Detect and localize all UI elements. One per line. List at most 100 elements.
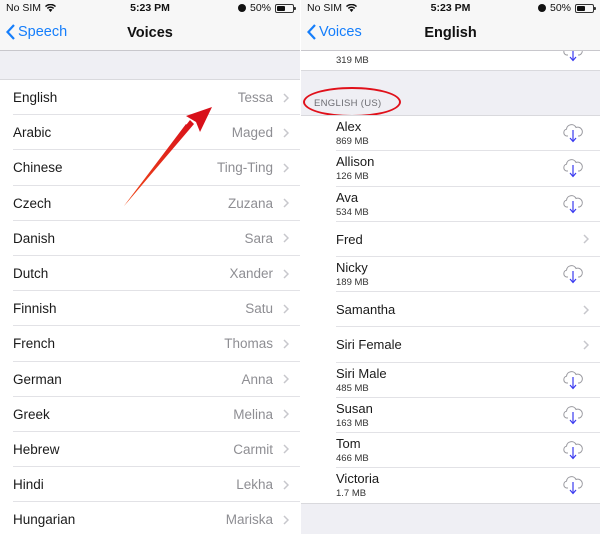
voice-value: Melina [233,406,273,422]
language-row[interactable]: Hindi Lekha [0,467,300,503]
chevron-left-icon [6,24,15,40]
language-label: French [13,336,56,352]
chevron-right-icon [583,340,589,350]
voice-row[interactable]: Siri Male 485 MB [301,363,600,398]
voice-name: Susan [336,400,373,416]
cloud-download-icon[interactable] [562,370,584,395]
voice-value: Tessa [237,90,273,106]
cloud-download-icon[interactable] [562,194,584,219]
voice-size: 485 MB [336,382,369,394]
cloud-download-icon[interactable] [562,123,584,148]
voice-name: Siri Male [336,365,387,381]
voice-value: Zuzana [227,195,273,211]
battery-percent: 50% [249,2,271,14]
language-row[interactable]: German Anna [0,362,300,397]
voice-size: 466 MB [336,452,369,464]
voice-name: Nicky [336,259,368,275]
chevron-right-icon [283,409,289,419]
voices-screen: No SIM 5:23 PM 50% Speech Voices English… [0,0,300,534]
voice-list: Alex 869 MB Allison 126 MB Ava 534 MB Fred Nic… [301,115,600,505]
language-row[interactable]: Czech Zuzana [0,186,300,221]
voice-name: Ava [336,189,359,205]
language-row[interactable]: Danish Sara [0,221,300,257]
nav-bar: Voices English [301,17,600,51]
voice-size: 1.7 MB [336,488,367,500]
status-bar: No SIM 5:23 PM 50% [301,0,600,17]
voice-value: Anna [241,371,273,387]
voice-value: Satu [245,301,273,317]
alarm-icon [537,4,546,12]
voice-name: Alex [336,119,362,135]
language-row[interactable]: Chinese Ting-Ting [0,150,300,186]
voice-value: Sara [244,230,273,246]
battery-icon [575,3,596,13]
section-header: ENGLISH (US) [301,71,600,115]
language-label: Hungarian [13,512,76,528]
cloud-download-icon[interactable] [562,405,584,430]
language-row[interactable]: Greek Melina [0,397,300,433]
chevron-right-icon [283,163,289,173]
voice-row[interactable]: Siri Female [301,327,600,363]
cloud-download-icon[interactable] [562,475,584,500]
status-right: 50% [537,2,596,14]
voice-value: Ting-Ting [216,160,273,176]
voice-row[interactable]: Susan 163 MB [301,398,600,434]
language-label: Hebrew [13,441,60,457]
voice-size: 189 MB [336,276,369,288]
voice-row[interactable]: Samantha [301,292,600,328]
voice-name: Tom [336,435,361,451]
status-bar: No SIM 5:23 PM 50% [0,0,300,17]
voice-value: Thomas [224,336,273,352]
language-label: Dutch [13,266,49,282]
voice-row[interactable]: Alex 869 MB [301,116,600,152]
chevron-right-icon [283,269,289,279]
voice-row[interactable]: Fred [301,222,600,258]
voice-name: Victoria [336,471,380,487]
language-row[interactable]: Hebrew Carmit [0,432,300,468]
voice-row[interactable]: Victoria 1.7 MB [301,468,600,503]
chevron-right-icon [583,234,589,244]
voice-name: Samantha [336,302,396,318]
voice-size: 869 MB [336,136,369,148]
language-label: Hindi [13,477,44,493]
voice-row[interactable]: Allison 126 MB [301,151,600,187]
chevron-right-icon [283,339,289,349]
chevron-right-icon [283,198,289,208]
back-button[interactable]: Speech [6,24,67,40]
cloud-download-icon[interactable] [562,158,584,183]
back-label: Voices [319,24,362,40]
voice-row[interactable]: Ava 534 MB [301,187,600,222]
chevron-right-icon [283,128,289,138]
voice-size: 534 MB [336,206,369,218]
scroll-content: Siri Male 319 MB ENGLISH (US) Alex869 MB… [301,35,600,505]
language-row[interactable]: Dutch Xander [0,256,300,292]
battery-fill [577,5,585,11]
chevron-right-icon [283,93,289,103]
voice-row[interactable]: Nicky 189 MB [301,257,600,293]
battery-percent: 50% [549,2,571,14]
alarm-icon [237,4,246,12]
cloud-download-icon[interactable] [562,440,584,465]
chevron-right-icon [583,305,589,315]
language-row[interactable]: Finnish Satu [0,291,300,327]
voice-value: Maged [231,125,273,141]
back-button[interactable]: Voices [307,24,362,40]
language-label: Danish [13,230,56,246]
cloud-download-icon[interactable] [562,264,584,289]
voice-value: Carmit [233,441,273,457]
status-right: 50% [237,2,296,14]
chevron-right-icon [283,233,289,243]
language-label: Greek [13,406,50,422]
language-list: English Tessa Arabic Maged Chinese Ting-Tin… [0,79,300,534]
language-row[interactable]: Hungarian Mariska [0,502,300,534]
language-row[interactable]: French Thomas [0,326,300,362]
chevron-right-icon [283,304,289,314]
voice-row[interactable]: Tom 466 MB [301,433,600,469]
back-label: Speech [18,24,68,40]
voice-name: Allison [336,154,375,170]
language-label: German [13,371,62,387]
voice-size: 163 MB [336,417,369,429]
voice-size: 126 MB [336,171,369,183]
language-row[interactable]: Arabic Maged [0,115,300,151]
language-row[interactable]: English Tessa [0,80,300,116]
